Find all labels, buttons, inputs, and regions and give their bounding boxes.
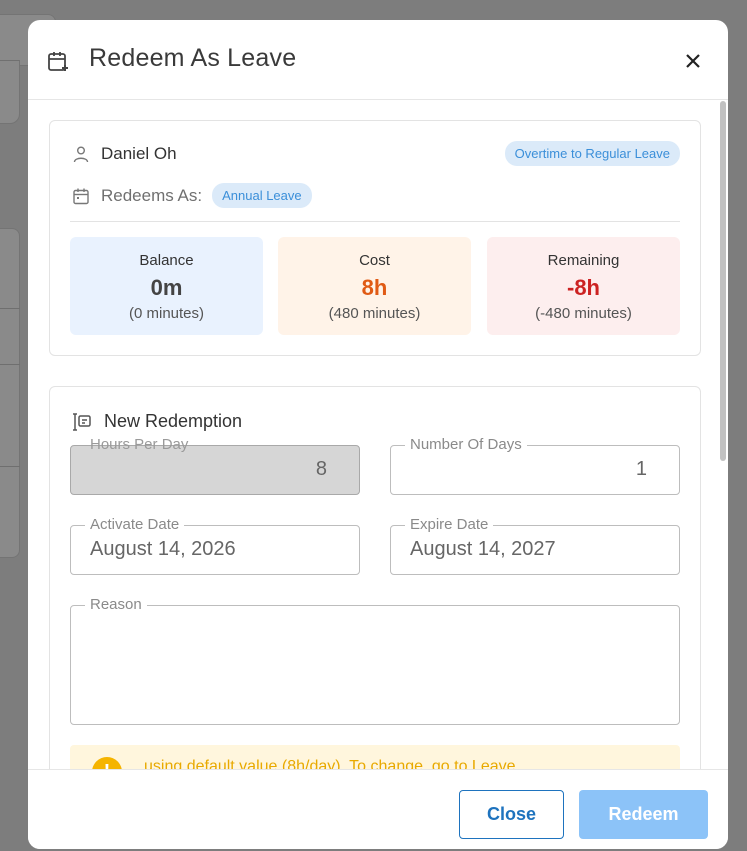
- remaining-label: Remaining: [547, 252, 620, 269]
- reason-textarea[interactable]: Reason: [70, 596, 680, 725]
- redeems-as-label: Redeems As:: [101, 185, 203, 205]
- number-of-days-value[interactable]: 1: [636, 458, 647, 481]
- warning-icon: !: [92, 757, 122, 769]
- background-divider: [0, 308, 20, 309]
- activate-date-label: Activate Date: [85, 516, 185, 533]
- expire-date-field[interactable]: Expire Date August 14, 2027: [390, 516, 680, 575]
- activate-date-field[interactable]: Activate Date August 14, 2026: [70, 516, 360, 575]
- redeem-button[interactable]: Redeem: [579, 790, 708, 839]
- background-divider: [0, 364, 20, 365]
- number-of-days-field[interactable]: Number Of Days 1: [390, 436, 680, 495]
- new-redemption-card: New Redemption Hours Per Day 8 Number Of…: [49, 386, 701, 769]
- redemption-icon: [73, 412, 91, 431]
- leave-type-badge: Annual Leave: [212, 183, 312, 208]
- background-divider: [0, 466, 20, 467]
- dialog-header: Redeem As Leave: [28, 20, 728, 100]
- number-of-days-label: Number Of Days: [405, 436, 527, 453]
- balance-stat: Balance 0m (0 minutes): [70, 237, 263, 335]
- cost-minutes: (480 minutes): [328, 305, 421, 322]
- remaining-value: -8h: [567, 275, 600, 300]
- balance-value: 0m: [150, 275, 183, 300]
- calendar-plus-icon: [48, 52, 68, 71]
- notice-text: using default value (8h/day). To change,…: [144, 758, 516, 769]
- default-value-notice: ! using default value (8h/day). To chang…: [70, 745, 680, 769]
- cost-label: Cost: [359, 252, 390, 269]
- hours-per-day-field: Hours Per Day 8: [70, 436, 360, 495]
- employee-name: Daniel Oh: [101, 144, 177, 163]
- hours-per-day-label: Hours Per Day: [90, 436, 189, 453]
- calendar-icon: [73, 188, 89, 204]
- section-title-text: New Redemption: [104, 411, 243, 431]
- cost-stat: Cost 8h (480 minutes): [278, 237, 471, 335]
- close-button[interactable]: Close: [459, 790, 564, 839]
- dialog-body: Daniel Oh Overtime to Regular Leave Rede…: [28, 101, 728, 769]
- scrollbar[interactable]: [720, 101, 726, 461]
- redeems-as-row: Redeems As: Annual Leave: [72, 183, 312, 208]
- expire-date-label: Expire Date: [405, 516, 494, 533]
- summary-card: Daniel Oh Overtime to Regular Leave Rede…: [49, 120, 701, 356]
- redemption-type-badge: Overtime to Regular Leave: [504, 141, 680, 166]
- activate-date-value[interactable]: August 14, 2026: [90, 538, 236, 561]
- close-icon[interactable]: [682, 50, 704, 72]
- remaining-minutes: (-480 minutes): [535, 305, 632, 322]
- dialog-title: Redeem As Leave: [89, 44, 297, 72]
- remaining-stat: Remaining -8h (-480 minutes): [487, 237, 680, 335]
- expire-date-value[interactable]: August 14, 2027: [410, 538, 556, 561]
- balance-minutes: (0 minutes): [128, 305, 205, 322]
- divider: [70, 221, 680, 222]
- background-card: [0, 60, 20, 124]
- redeem-leave-dialog: Redeem As Leave Daniel Oh Overtime to Re…: [28, 20, 728, 849]
- balance-label: Balance: [139, 252, 194, 269]
- cost-value: 8h: [361, 275, 388, 300]
- reason-label: Reason: [85, 596, 147, 613]
- section-title: New Redemption: [72, 411, 242, 432]
- person-icon: [73, 146, 89, 163]
- hours-per-day-value: 8: [315, 458, 327, 480]
- dialog-footer: Close Redeem: [28, 769, 728, 849]
- background-card: [0, 228, 20, 558]
- employee-row: Daniel Oh: [72, 144, 177, 164]
